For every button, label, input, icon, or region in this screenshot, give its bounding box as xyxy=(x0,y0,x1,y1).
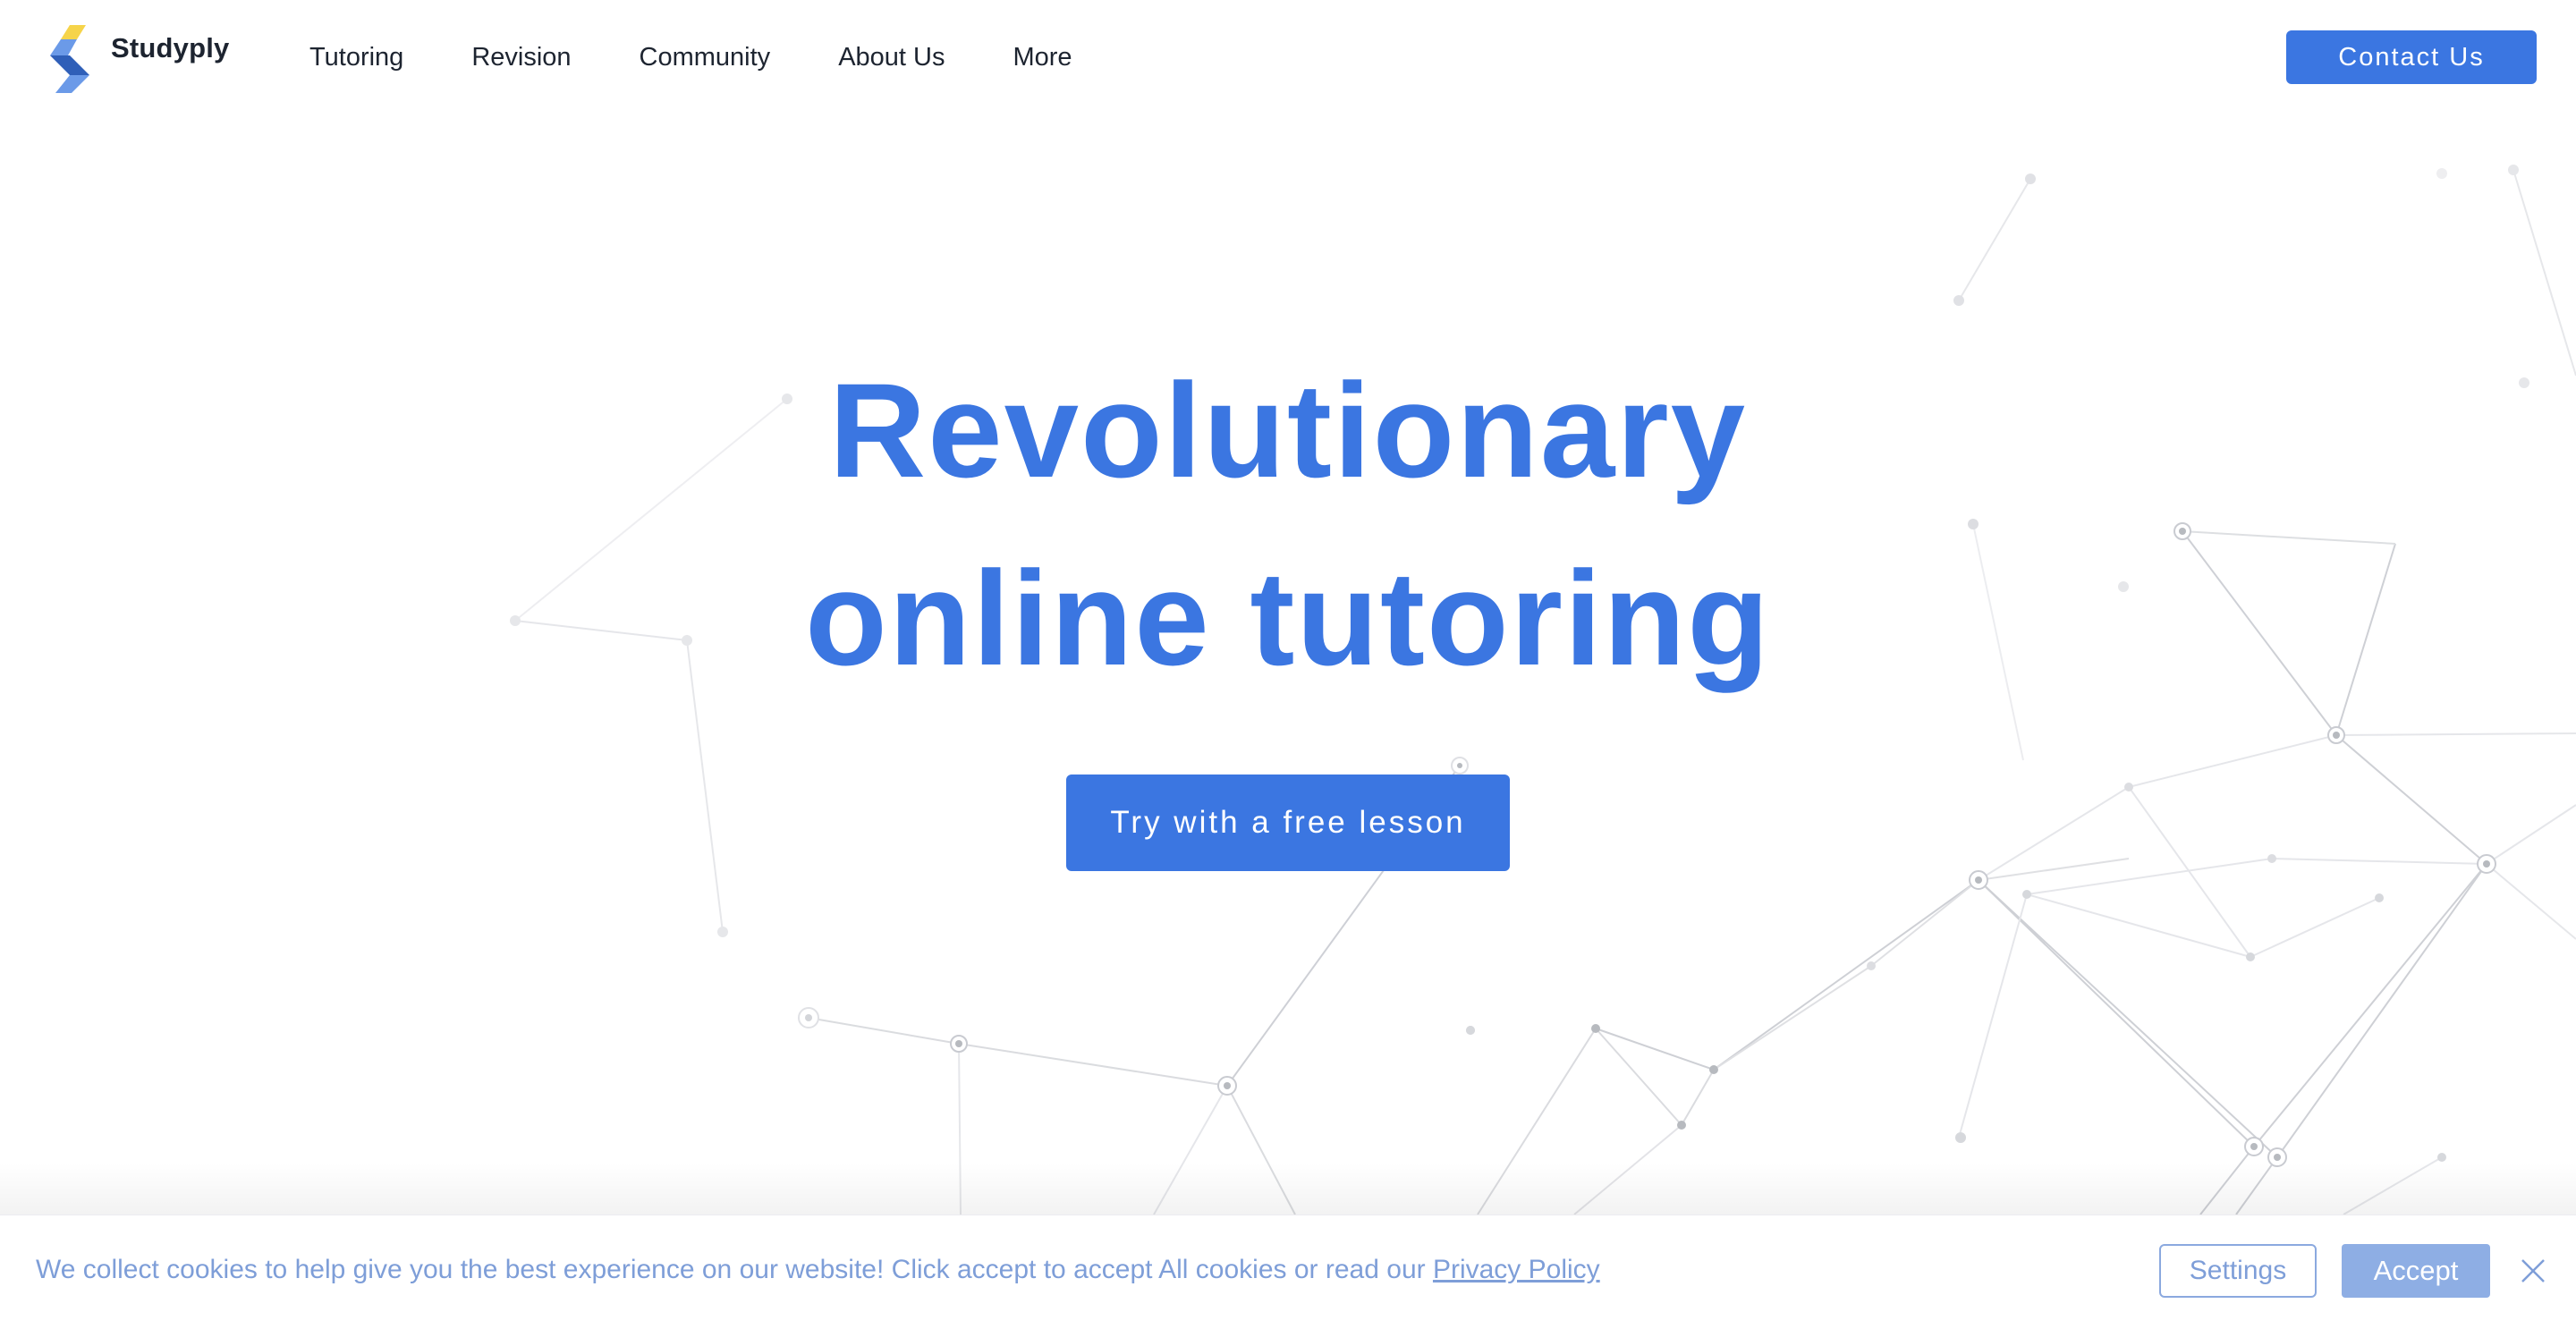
hero-title-line-1: Revolutionary xyxy=(828,355,1748,505)
contact-us-button[interactable]: Contact Us xyxy=(2286,30,2537,84)
nav-item-more[interactable]: More xyxy=(1013,39,1072,75)
s-logo-icon xyxy=(50,25,89,93)
cookie-banner: We collect cookies to help give you the … xyxy=(0,1215,2576,1329)
hero-title: Revolutionary online tutoring xyxy=(483,336,2093,712)
cookie-banner-shadow xyxy=(0,1163,2576,1216)
main-nav: Tutoring Revision Community About Us Mor… xyxy=(309,39,1140,75)
cookie-message: We collect cookies to help give you the … xyxy=(36,1255,1600,1285)
page: Studyply Tutoring Revision Community Abo… xyxy=(0,0,2576,1329)
logo[interactable]: Studyply xyxy=(50,21,230,97)
cookie-message-text: We collect cookies to help give you the … xyxy=(36,1255,1433,1284)
free-lesson-button[interactable]: Try with a free lesson xyxy=(1066,775,1510,871)
site-header: Studyply Tutoring Revision Community Abo… xyxy=(0,0,2576,116)
hero-title-line-2: online tutoring xyxy=(805,543,1771,693)
nav-item-tutoring[interactable]: Tutoring xyxy=(309,39,403,75)
cookie-accept-button[interactable]: Accept xyxy=(2342,1244,2490,1298)
nav-item-community[interactable]: Community xyxy=(640,39,771,75)
nav-item-about-us[interactable]: About Us xyxy=(838,39,945,75)
close-icon[interactable] xyxy=(2519,1257,2547,1285)
privacy-policy-link[interactable]: Privacy Policy xyxy=(1433,1255,1600,1284)
brand-name: Studyply xyxy=(111,32,230,63)
nav-item-revision[interactable]: Revision xyxy=(471,39,571,75)
cookie-settings-button[interactable]: Settings xyxy=(2159,1244,2317,1298)
